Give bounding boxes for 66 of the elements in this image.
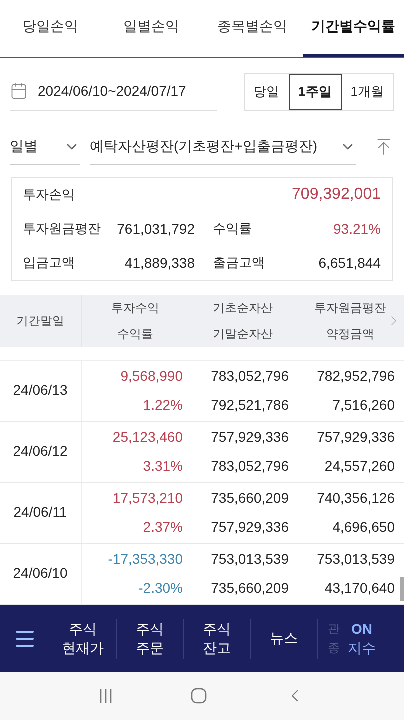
summary-value: 761,031,792 (116, 220, 195, 239)
table-cell-text: 4,696,650 (332, 518, 395, 537)
table-cell-text: 740,356,126 (317, 488, 395, 508)
column-header: 기말순자산 (212, 326, 273, 343)
basis-dropdown[interactable]: 예탁자산평잔(기초평잔+입출금평잔) (90, 129, 356, 166)
summary-value: 41,889,338 (124, 254, 195, 273)
table-cell-text: 783,052,796 (211, 456, 289, 476)
column-header: 약정금액 (326, 326, 374, 343)
table-cell-text: 24/06/10 (13, 564, 68, 584)
table-cell-text: 757,929,336 (317, 428, 395, 447)
recent-apps-icon[interactable] (99, 688, 113, 704)
summary-label: 투자손익 (23, 186, 75, 204)
table-cell-text: 757,929,336 (211, 428, 289, 447)
period-button[interactable]: 1개월 (342, 74, 393, 110)
tab[interactable]: 종목별손익 (202, 0, 303, 57)
table-cell-text: 9,568,990 (120, 366, 183, 386)
index-toggle[interactable]: ON 지수 (348, 620, 376, 658)
table-cell-text: 24/06/11 (14, 503, 68, 522)
period-button[interactable]: 1주일 (288, 74, 342, 110)
date-range-field[interactable]: 2024/06/10~2024/07/17 (10, 72, 217, 111)
period-button[interactable]: 당일 (244, 74, 289, 110)
table-cell-text: 24/06/12 (13, 442, 68, 462)
tab[interactable]: 기간별수익률 (303, 0, 404, 57)
summary-value: 93.21% (334, 220, 381, 239)
table-cell-text: -17,353,330 (108, 550, 183, 569)
nav-button[interactable]: 뉴스 (251, 618, 318, 659)
table-cell-text: 1.22% (143, 396, 183, 415)
summary-value: 6,651,844 (318, 254, 381, 273)
table-cell-text: 735,660,209 (211, 488, 289, 508)
faded-label: 관 (328, 620, 340, 638)
nav-button[interactable]: 주식 주문 (117, 618, 184, 659)
summary-label: 출금고액 (213, 254, 265, 272)
table-cell-text: 757,929,336 (211, 518, 289, 537)
summary-label: 투자원금평잔 (23, 220, 102, 238)
table-cell-text: 782,952,796 (317, 366, 395, 386)
table-cell-text: 17,573,210 (112, 488, 183, 508)
summary-label: 수익률 (213, 220, 252, 238)
table-cell-text: 24/06/13 (13, 381, 68, 400)
table-cell-text: 783,052,796 (211, 366, 289, 386)
nav-button[interactable]: 주식 잔고 (184, 618, 251, 659)
table-cell-text: 753,013,539 (211, 550, 289, 569)
table-cell-text: 3.31% (143, 456, 183, 476)
summary-value: 709,392,001 (292, 185, 381, 206)
nav-button[interactable]: 주식 현재가 (50, 618, 117, 659)
unit-dropdown[interactable]: 일별 (10, 129, 80, 166)
table-cell-text: 792,521,786 (211, 396, 289, 415)
column-header: 기간말일 (16, 312, 64, 330)
home-icon[interactable] (191, 688, 207, 704)
table-cell-text: 753,013,539 (317, 550, 395, 569)
table-cell-text: -2.30% (138, 578, 183, 598)
column-header: 기초순자산 (212, 300, 273, 317)
column-header: 투자원금평잔 (314, 300, 386, 317)
column-header: 투자수익 (112, 300, 160, 317)
table-cell-text: 7,516,260 (332, 396, 395, 415)
table-cell-text: 43,170,640 (324, 578, 395, 598)
tab[interactable]: 당일손익 (0, 0, 101, 57)
table-cell-text: 25,123,460 (112, 428, 183, 447)
scrollbar-icon (400, 576, 404, 601)
table-cell-text: 2.37% (143, 518, 183, 537)
column-header: 수익률 (118, 326, 154, 343)
table-cell-text: 24,557,260 (324, 456, 395, 476)
table-cell-text: 735,660,209 (211, 578, 289, 598)
calendar-icon (10, 82, 28, 100)
tab[interactable]: 일별손익 (101, 0, 202, 57)
summary-label: 입금고액 (23, 254, 76, 272)
faded-label: 종 (328, 640, 340, 657)
